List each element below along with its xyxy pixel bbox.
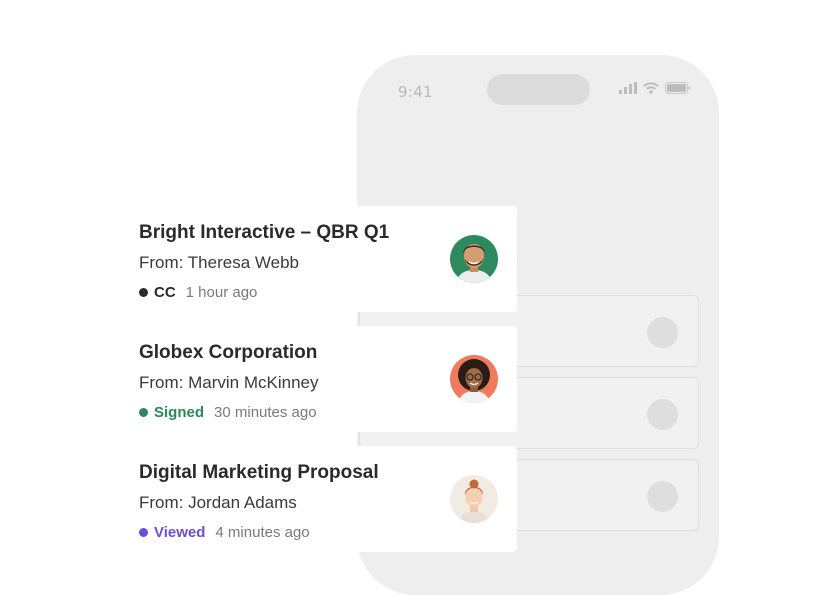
timestamp: 1 hour ago: [185, 284, 258, 301]
status-label: Viewed: [154, 524, 206, 541]
document-card[interactable]: Globex Corporation From: Marvin McKinney…: [0, 326, 517, 432]
status-bar-icons: [619, 82, 693, 96]
document-status: Signed 30 minutes ago: [139, 404, 317, 421]
timestamp: 4 minutes ago: [215, 524, 310, 541]
document-card[interactable]: Digital Marketing Proposal From: Jordan …: [0, 446, 517, 552]
placeholder-avatar: [647, 317, 678, 348]
document-status: CC 1 hour ago: [139, 284, 257, 301]
status-dot: [139, 408, 148, 417]
placeholder-avatar: [647, 481, 678, 512]
placeholder-avatar: [647, 399, 678, 430]
document-title: Globex Corporation: [139, 342, 318, 363]
timestamp: 30 minutes ago: [214, 404, 317, 421]
document-sender: From: Theresa Webb: [139, 253, 299, 272]
status-label: Signed: [154, 404, 205, 421]
avatar: [450, 235, 498, 283]
document-status: Viewed 4 minutes ago: [139, 524, 310, 541]
battery-icon: [665, 82, 691, 94]
avatar: [450, 475, 498, 523]
document-card[interactable]: Bright Interactive – QBR Q1 From: Theres…: [0, 206, 517, 312]
document-title: Bright Interactive – QBR Q1: [139, 222, 390, 243]
status-dot: [139, 528, 148, 537]
document-sender: From: Jordan Adams: [139, 493, 297, 512]
status-bar-time: 9:41: [398, 83, 433, 101]
document-sender: From: Marvin McKinney: [139, 373, 319, 392]
status-label: CC: [154, 284, 176, 301]
wifi-icon: [643, 82, 659, 94]
avatar: [450, 355, 498, 403]
dynamic-island: [487, 74, 590, 105]
signal-icon: [619, 82, 637, 94]
status-dot: [139, 288, 148, 297]
document-title: Digital Marketing Proposal: [139, 462, 379, 483]
